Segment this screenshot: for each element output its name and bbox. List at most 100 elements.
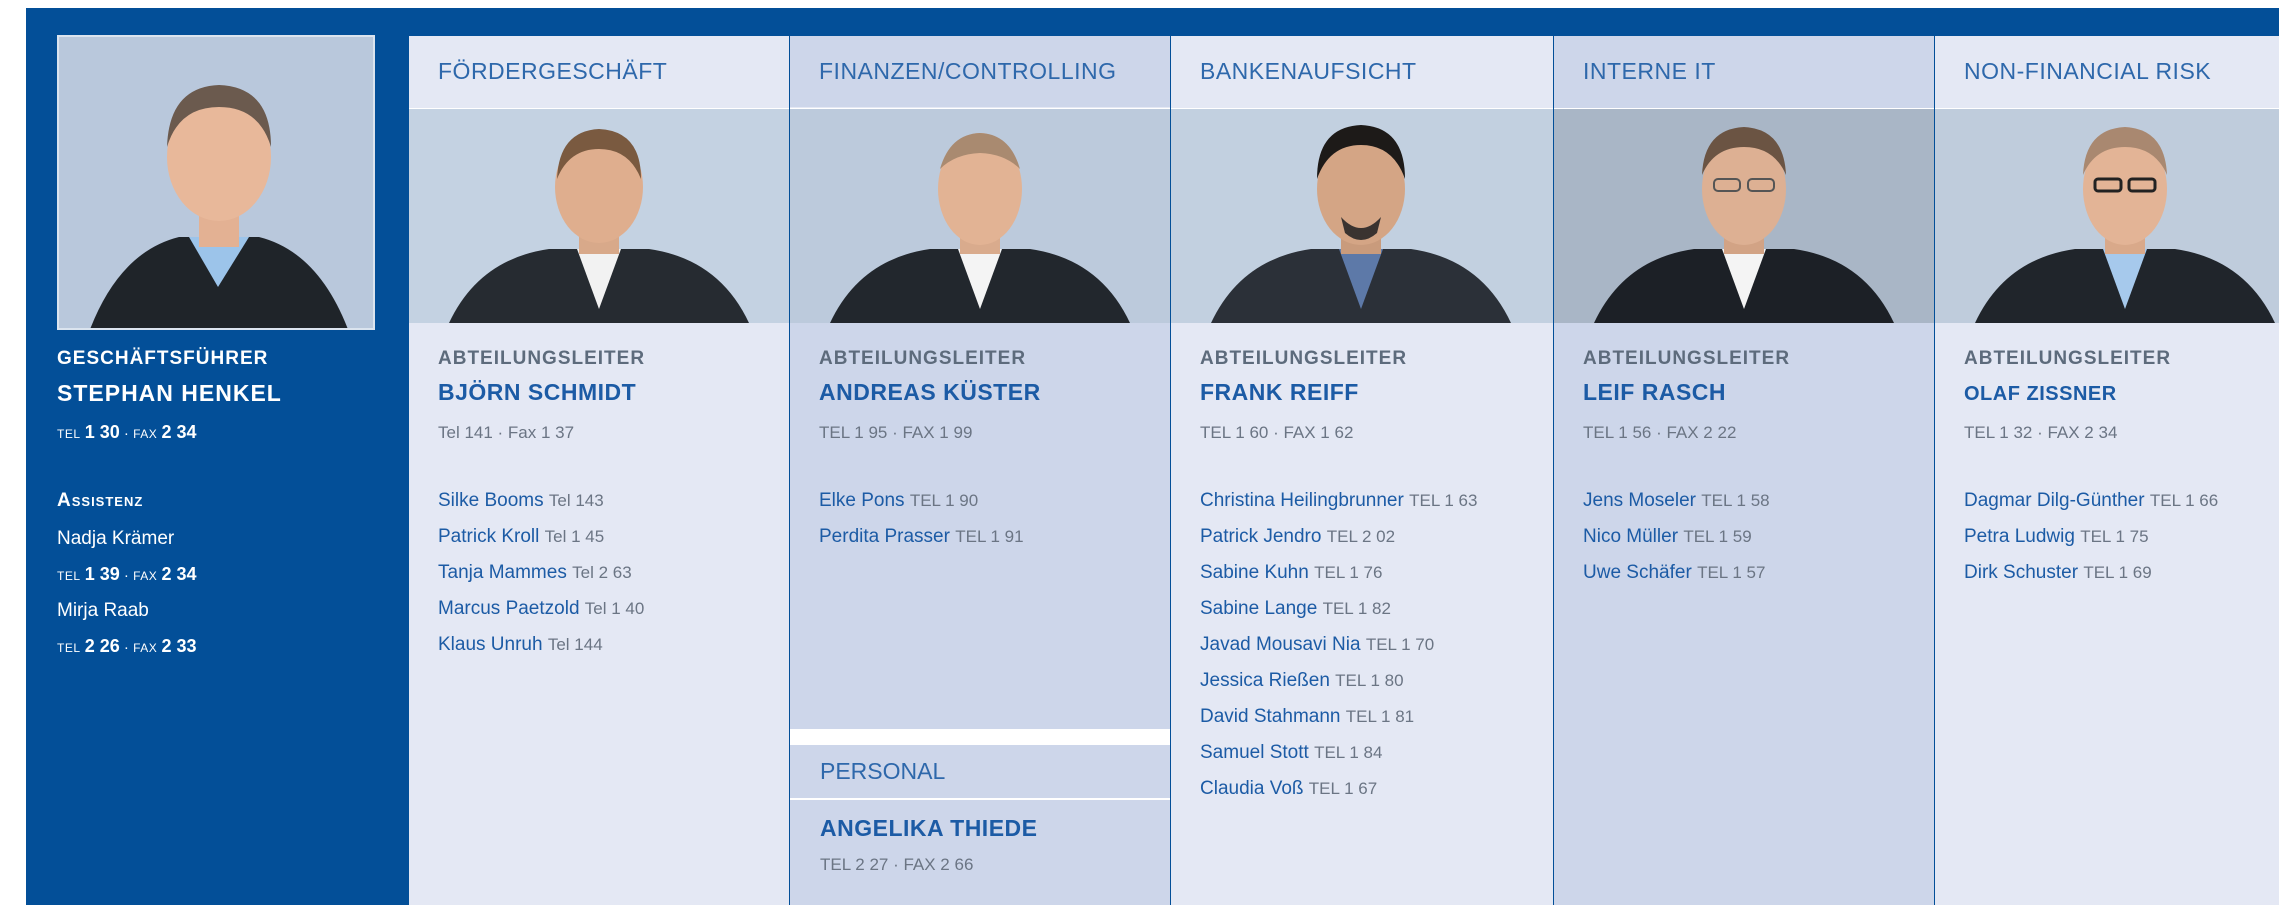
dept-header: BANKENAUFSICHT (1171, 36, 1553, 107)
assistant-tel: 2 26 (84, 636, 120, 656)
list-item[interactable]: Claudia Voß TEL 1 67 (1200, 778, 1477, 814)
dept-personal: PERSONAL ANGELIKA THIEDE TEL 2 27 · FAX … (790, 729, 1170, 905)
list-item[interactable]: David Stahmann TEL 1 81 (1200, 706, 1477, 742)
dept-lead-name[interactable]: FRANK REIFF (1200, 379, 1359, 406)
staff-name[interactable]: Elke Pons (819, 490, 905, 511)
list-item[interactable]: Jessica Rießen TEL 1 80 (1200, 670, 1477, 706)
dept-finanzen-controlling: FINANZEN/CONTROLLING ABTEILUNGSLEITER AN… (790, 36, 1170, 729)
tel-label: TEL (57, 569, 81, 583)
dept-lead-portrait (1554, 108, 1934, 323)
staff-tel: TEL 1 76 (1314, 563, 1383, 582)
staff-name[interactable]: Dagmar Dilg-Günther (1964, 490, 2145, 511)
list-item[interactable]: Nico Müller TEL 1 59 (1583, 526, 1770, 562)
list-item[interactable]: Christina Heilingbrunner TEL 1 63 (1200, 490, 1477, 526)
staff-list: Silke Booms Tel 143 Patrick Kroll Tel 1 … (438, 490, 644, 670)
list-item[interactable]: Perdita Prasser TEL 1 91 (819, 526, 1024, 562)
dept-header: INTERNE IT (1554, 36, 1934, 107)
dept-title: NON-FINANCIAL RISK (1964, 58, 2212, 84)
staff-tel: Tel 143 (548, 491, 604, 510)
staff-name[interactable]: Uwe Schäfer (1583, 562, 1692, 583)
list-item[interactable]: Sabine Lange TEL 1 82 (1200, 598, 1477, 634)
staff-name[interactable]: Sabine Kuhn (1200, 562, 1309, 583)
dept-lead-portrait (1171, 108, 1553, 323)
staff-name[interactable]: Christina Heilingbrunner (1200, 490, 1404, 511)
staff-name[interactable]: Sabine Lange (1200, 598, 1317, 619)
list-item[interactable]: Petra Ludwig TEL 1 75 (1964, 526, 2218, 562)
staff-tel: TEL 1 84 (1314, 743, 1383, 762)
staff-tel: TEL 1 82 (1322, 599, 1391, 618)
list-item[interactable]: Dagmar Dilg-Günther TEL 1 66 (1964, 490, 2218, 526)
list-item[interactable]: Klaus Unruh Tel 144 (438, 634, 644, 670)
staff-name[interactable]: David Stahmann (1200, 706, 1340, 727)
assistant-tel: 1 39 (84, 564, 120, 584)
staff-tel: TEL 1 81 (1345, 707, 1415, 726)
assistant-fax: 2 34 (161, 564, 197, 584)
dept-role: ABTEILUNGSLEITER (438, 348, 646, 369)
ceo-portrait (57, 35, 375, 330)
staff-list: Jens Moseler TEL 1 58 Nico Müller TEL 1 … (1583, 490, 1770, 598)
staff-tel: Tel 2 63 (572, 563, 632, 582)
list-item[interactable]: Elke Pons TEL 1 90 (819, 490, 1024, 526)
list-item[interactable]: Patrick Jendro TEL 2 02 (1200, 526, 1477, 562)
dept-role: ABTEILUNGSLEITER (1583, 348, 1791, 369)
staff-name[interactable]: Claudia Voß (1200, 778, 1304, 799)
list-item[interactable]: Silke Booms Tel 143 (438, 490, 644, 526)
staff-tel: TEL 1 80 (1335, 671, 1404, 690)
staff-name[interactable]: Petra Ludwig (1964, 526, 2075, 547)
staff-tel: TEL 1 59 (1683, 527, 1752, 546)
staff-name[interactable]: Patrick Jendro (1200, 526, 1321, 547)
dept-lead-contact: TEL 1 56 · FAX 2 22 (1583, 423, 1737, 442)
staff-name[interactable]: Klaus Unruh (438, 634, 543, 655)
staff-name[interactable]: Dirk Schuster (1964, 562, 2078, 583)
staff-tel: Tel 1 40 (584, 599, 645, 618)
dept-lead-name[interactable]: ANGELIKA THIEDE (820, 815, 1038, 842)
staff-name[interactable]: Marcus Paetzold (438, 598, 580, 619)
list-item[interactable]: Uwe Schäfer TEL 1 57 (1583, 562, 1770, 598)
list-item[interactable]: Patrick Kroll Tel 1 45 (438, 526, 644, 562)
assistant-name[interactable]: Nadja Krämer (57, 528, 174, 550)
dept-lead-portrait (409, 108, 789, 323)
dept-role: ABTEILUNGSLEITER (819, 348, 1027, 369)
assistant-contact: TEL 2 26 · FAX 2 33 (57, 636, 197, 656)
top-strip (0, 0, 2279, 8)
list-item[interactable]: Marcus Paetzold Tel 1 40 (438, 598, 644, 634)
list-item[interactable]: Jens Moseler TEL 1 58 (1583, 490, 1770, 526)
dept-lead-portrait (790, 108, 1170, 323)
assistant-contact: TEL 1 39 · FAX 2 34 (57, 564, 197, 584)
dept-lead-name[interactable]: OLAF ZISSNER (1964, 383, 2117, 406)
staff-name[interactable]: Nico Müller (1583, 526, 1678, 547)
list-item[interactable]: Dirk Schuster TEL 1 69 (1964, 562, 2218, 598)
fax-label: FAX (133, 569, 158, 583)
list-item[interactable]: Samuel Stott TEL 1 84 (1200, 742, 1477, 778)
dept-role: ABTEILUNGSLEITER (1200, 348, 1408, 369)
ceo-role: GESCHÄFTSFÜHRER (57, 348, 269, 369)
list-item[interactable]: Javad Mousavi Nia TEL 1 70 (1200, 634, 1477, 670)
dept-header: PERSONAL (790, 745, 1170, 800)
list-item[interactable]: Tanja Mammes Tel 2 63 (438, 562, 644, 598)
fax-label: FAX (133, 641, 158, 655)
dept-lead-name[interactable]: BJÖRN SCHMIDT (438, 379, 636, 406)
dept-lead-contact: TEL 2 27 · FAX 2 66 (820, 855, 974, 874)
assistant-name[interactable]: Mirja Raab (57, 600, 149, 622)
dept-lead-name[interactable]: ANDREAS KÜSTER (819, 379, 1041, 406)
dept-lead-contact: TEL 1 32 · FAX 2 34 (1964, 423, 2118, 442)
dept-lead-contact: TEL 1 95 · FAX 1 99 (819, 423, 973, 442)
staff-name[interactable]: Javad Mousavi Nia (1200, 634, 1361, 655)
staff-name[interactable]: Perdita Prasser (819, 526, 950, 547)
staff-tel: Tel 144 (547, 635, 603, 654)
staff-name[interactable]: Tanja Mammes (438, 562, 567, 583)
staff-tel: TEL 1 67 (1308, 779, 1378, 798)
staff-tel: Tel 1 45 (544, 527, 605, 546)
dept-lead-name[interactable]: LEIF RASCH (1583, 379, 1726, 406)
dept-title: PERSONAL (820, 758, 946, 784)
staff-name[interactable]: Silke Booms (438, 490, 544, 511)
staff-list: Christina Heilingbrunner TEL 1 63 Patric… (1200, 490, 1477, 814)
list-item[interactable]: Sabine Kuhn TEL 1 76 (1200, 562, 1477, 598)
staff-name[interactable]: Jessica Rießen (1200, 670, 1330, 691)
staff-name[interactable]: Patrick Kroll (438, 526, 539, 547)
dept-lead-contact: TEL 1 60 · FAX 1 62 (1200, 423, 1354, 442)
staff-tel: TEL 1 63 (1409, 491, 1478, 510)
staff-name[interactable]: Jens Moseler (1583, 490, 1696, 511)
staff-name[interactable]: Samuel Stott (1200, 742, 1309, 763)
staff-list: Dagmar Dilg-Günther TEL 1 66 Petra Ludwi… (1964, 490, 2218, 598)
